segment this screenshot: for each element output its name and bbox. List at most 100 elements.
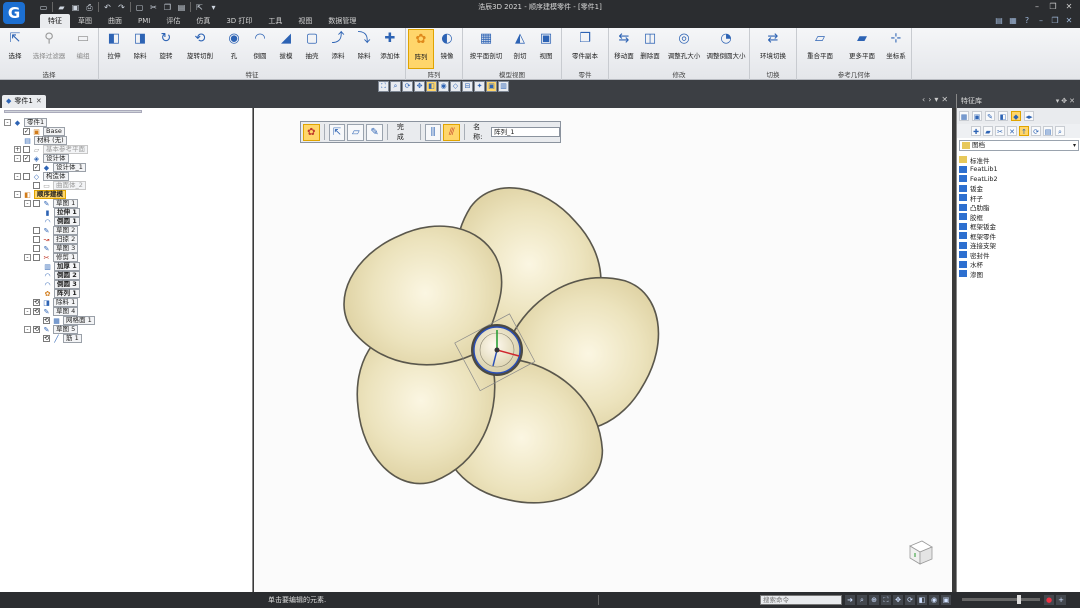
restore-icon[interactable]: ❐	[1046, 1, 1060, 12]
cut-icon[interactable]: ✂	[148, 2, 159, 13]
ribbon-button-coincident-plane[interactable]: ▱ 重合平面	[799, 29, 841, 69]
ribbon-button-extrude[interactable]: ◧ 拉伸	[101, 29, 127, 69]
rollback-icon[interactable]: ⟲	[43, 335, 50, 342]
search-icon[interactable]: ⌕	[1055, 126, 1065, 136]
close-icon[interactable]: ✕	[36, 95, 42, 108]
ribbon-button-env-switch[interactable]: ⇄ 环境切换	[752, 29, 794, 69]
undo-icon[interactable]: ↶	[102, 2, 113, 13]
ribbon-button-remove-material[interactable]: ⤵ 除料	[351, 29, 377, 69]
new-folder-icon[interactable]: ▰	[983, 126, 993, 136]
tree-node[interactable]: ✓ ▣ Base	[4, 127, 249, 136]
collapse-icon[interactable]: -	[24, 326, 31, 333]
graphics-viewport[interactable]: ✿ ⇱ ▱ ✎ 完成 ⫼ ⫻ 名称: 阵列_1	[254, 108, 952, 592]
command-search-input[interactable]: 搜索命令	[760, 595, 842, 605]
ribbon-button-delete-face[interactable]: ◫ 删除面	[637, 29, 663, 69]
tree-node[interactable]: - ◧ 顺序建模	[4, 190, 249, 199]
tree-node[interactable]: ✓ ◆ 设计体_1	[4, 163, 249, 172]
tab-7[interactable]: 工具	[260, 14, 290, 28]
tree-node[interactable]: ✎ 草图 2	[4, 226, 249, 235]
wireframe-icon[interactable]: ◇	[450, 81, 461, 92]
render-icon[interactable]: ✦	[474, 81, 485, 92]
tree-node[interactable]: ◠ 倒圆 1	[4, 217, 249, 226]
visibility-checkbox[interactable]	[33, 227, 40, 234]
arrow-icon[interactable]: ➜	[845, 595, 855, 605]
zoom-slider-thumb[interactable]	[1017, 595, 1021, 604]
edit-profile-icon[interactable]: ✎	[366, 123, 383, 141]
chevron-left-icon[interactable]: ‹	[922, 95, 925, 104]
tab-0[interactable]: 特征	[40, 14, 70, 28]
tab-8[interactable]: 视图	[290, 14, 320, 28]
library-item[interactable]: 连接支架	[959, 241, 1079, 250]
visibility-checkbox[interactable]	[23, 146, 30, 153]
name-field[interactable]: 阵列_1	[491, 127, 560, 137]
smart-pattern-icon[interactable]: ⫼	[424, 123, 442, 141]
tab-1[interactable]: 草图	[70, 14, 100, 28]
tab-4[interactable]: 评估	[158, 14, 188, 28]
display-icon[interactable]: ▣	[941, 595, 951, 605]
finish-button[interactable]: 完成	[392, 122, 416, 142]
layers-tab-icon[interactable]: ▣	[972, 111, 982, 121]
background-icon[interactable]: ▥	[498, 81, 509, 92]
rotate-view-icon[interactable]: ⟳	[402, 81, 413, 92]
ribbon-button-draft[interactable]: ◢ 拔模	[273, 29, 299, 69]
tree-node[interactable]: ▮ 拉伸 1	[4, 208, 249, 217]
tree-node[interactable]: - ◇ 构造体	[4, 172, 249, 181]
up-folder-icon[interactable]: ↑	[1019, 126, 1029, 136]
select-icon[interactable]: ⇱	[194, 2, 205, 13]
features-tab-icon[interactable]: ◆	[1011, 111, 1021, 121]
visibility-checkbox[interactable]	[33, 245, 40, 252]
visibility-checkbox[interactable]	[33, 182, 40, 189]
tree-node[interactable]: ✿ 阵列 1	[4, 289, 249, 298]
options-icon[interactable]: ▦	[1008, 16, 1018, 26]
library-item[interactable]: FeatLib1	[959, 165, 1079, 175]
library-item[interactable]: 标准件	[959, 155, 1079, 165]
tab-2[interactable]: 曲面	[100, 14, 130, 28]
tree-node[interactable]: ▭ 曲面体_2	[4, 181, 249, 190]
ribbon-button-round[interactable]: ◠ 倒圆	[247, 29, 273, 69]
visibility-checkbox[interactable]: ✓	[23, 155, 30, 162]
tree-node[interactable]: + ▱ 基本参考平面	[4, 145, 249, 154]
collapse-icon[interactable]: -	[14, 173, 21, 180]
ribbon-button-move-face[interactable]: ⇆ 移动面	[611, 29, 637, 69]
tools-tab-icon[interactable]: ✎	[985, 111, 995, 121]
ribbon-button-hole[interactable]: ◉ 孔	[221, 29, 247, 69]
plus-icon[interactable]: +	[1056, 595, 1066, 605]
app-logo-icon[interactable]: G	[3, 2, 25, 24]
ribbon-button-group[interactable]: ▭ 编组	[70, 29, 96, 69]
collapse-icon[interactable]: -	[24, 308, 31, 315]
add-icon[interactable]: ✚	[971, 126, 981, 136]
tree-node[interactable]: - ✎ 草图 1	[4, 199, 249, 208]
tree-node[interactable]: ▤ 材料 (无)	[4, 136, 249, 145]
select-sketch-icon[interactable]: ▱	[347, 123, 365, 141]
select-feature-icon[interactable]: ⇱	[328, 123, 346, 141]
library-item[interactable]: 杆子	[959, 193, 1079, 203]
visibility-checkbox[interactable]	[33, 254, 40, 261]
ribbon-button-cut[interactable]: ◨ 除料	[127, 29, 153, 69]
paste-icon[interactable]: ▤	[176, 2, 187, 13]
pan-icon[interactable]: ✥	[414, 81, 425, 92]
library-tab-icon[interactable]: ▦	[959, 111, 969, 121]
tab-6[interactable]: 3D 打印	[218, 14, 260, 28]
rollback-icon[interactable]: ⟲	[43, 317, 50, 324]
fan-model[interactable]	[254, 108, 952, 592]
library-item[interactable]: 钣金	[959, 184, 1079, 193]
fast-pattern-icon[interactable]: ⫻	[443, 123, 461, 141]
tree-node[interactable]: - ⟲ ✎ 草图 5	[4, 325, 249, 334]
print-icon[interactable]: ⎙	[84, 2, 95, 13]
collapse-icon[interactable]: -	[24, 200, 31, 207]
pane-controls-icon[interactable]: ▾✥✕	[1056, 94, 1080, 108]
library-location-select[interactable]: 图档 ▾	[959, 140, 1079, 151]
tree-node[interactable]: - ✂ 修剪 1	[4, 253, 249, 262]
window-icon[interactable]: ▢	[134, 2, 145, 13]
pattern-step-icon[interactable]: ✿	[303, 123, 320, 141]
tree-node[interactable]: ✎ 草图 3	[4, 244, 249, 253]
ribbon-button-add-material[interactable]: ⤴ 添料	[325, 29, 351, 69]
view-cube[interactable]	[904, 536, 936, 568]
zoom-slider[interactable]	[962, 595, 1040, 604]
tab-scroll-icon[interactable]: ◂▸	[1024, 111, 1034, 121]
chevron-right-icon[interactable]: ›	[928, 95, 931, 104]
tree-node[interactable]: ◠ 倒圆 3	[4, 280, 249, 289]
visibility-checkbox[interactable]: ✓	[33, 164, 40, 171]
close-icon[interactable]: ✕	[1062, 1, 1076, 12]
help-icon[interactable]: ?	[1022, 16, 1032, 26]
